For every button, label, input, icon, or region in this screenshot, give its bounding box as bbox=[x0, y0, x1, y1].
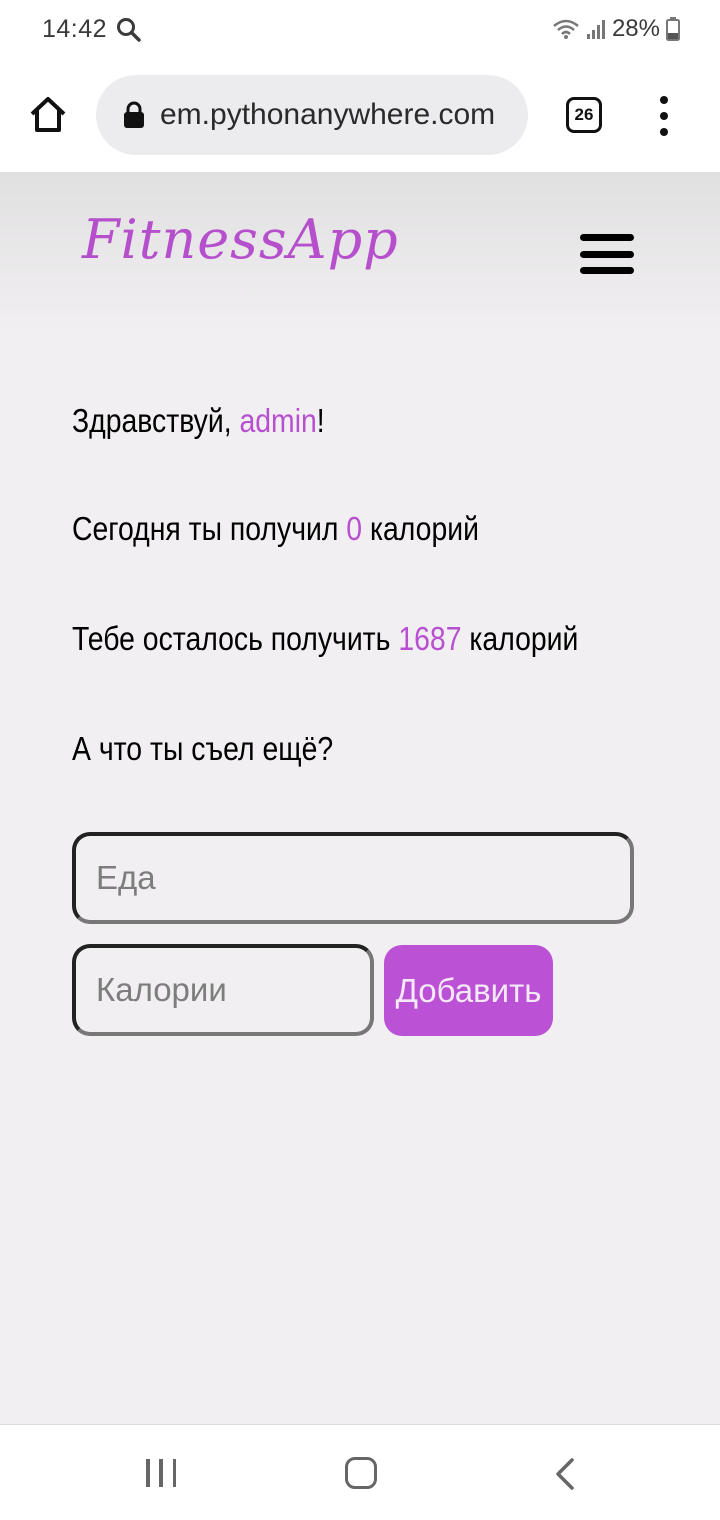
username: admin bbox=[239, 402, 317, 439]
status-indicators: 28% bbox=[552, 15, 680, 43]
site-logo[interactable]: FitnessApp bbox=[82, 208, 399, 271]
greeting-text: Здравствуй, admin! bbox=[72, 402, 325, 439]
today-calories-value: 0 bbox=[346, 510, 363, 547]
wifi-icon bbox=[553, 19, 579, 39]
lock-icon bbox=[124, 101, 144, 128]
question-text: А что ты съел ещё? bbox=[72, 730, 334, 767]
site-header: FitnessApp bbox=[0, 172, 720, 332]
page-content: FitnessApp Здравствуй, admin! Сегодня ты… bbox=[0, 172, 720, 1424]
more-menu-icon[interactable] bbox=[652, 96, 676, 136]
nav-home-icon[interactable] bbox=[345, 1457, 377, 1489]
address-bar[interactable]: em.pythonanywhere.com bbox=[96, 75, 528, 155]
food-input[interactable] bbox=[72, 832, 634, 924]
browser-toolbar: em.pythonanywhere.com 26 bbox=[0, 62, 720, 172]
remaining-calories-value: 1687 bbox=[398, 620, 462, 657]
battery-percent: 28% bbox=[611, 15, 660, 42]
calories-input[interactable] bbox=[72, 944, 374, 1036]
add-button[interactable]: Добавить bbox=[384, 945, 553, 1036]
battery-icon bbox=[666, 17, 680, 41]
tab-count: 26 bbox=[574, 105, 594, 124]
back-icon[interactable] bbox=[552, 1457, 576, 1491]
recent-apps-icon[interactable] bbox=[146, 1459, 176, 1487]
search-icon bbox=[117, 18, 141, 42]
system-nav-bar bbox=[0, 1424, 720, 1520]
signal-icon bbox=[586, 20, 605, 39]
home-icon[interactable] bbox=[28, 94, 68, 134]
status-bar: 14:42 28% bbox=[0, 0, 720, 62]
url-text: em.pythonanywhere.com bbox=[160, 98, 496, 131]
today-calories-text: Сегодня ты получил 0 калорий bbox=[72, 510, 479, 547]
hamburger-menu-icon[interactable] bbox=[580, 234, 634, 274]
remaining-calories-text: Тебе осталось получить 1687 калорий bbox=[72, 620, 579, 657]
tabs-icon[interactable]: 26 bbox=[566, 97, 602, 133]
status-time: 14:42 bbox=[42, 15, 108, 43]
